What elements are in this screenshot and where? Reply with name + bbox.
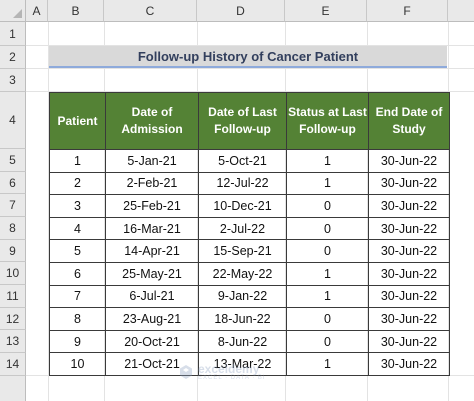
cell-status[interactable]: 0	[286, 216, 369, 241]
header-date-of-last-follow-up[interactable]: Date of Last Follow-up	[198, 92, 287, 150]
cell-status[interactable]: 1	[286, 352, 369, 376]
cell-date-of-admission[interactable]: 14-Apr-21	[105, 239, 199, 263]
table-row: 1 5-Jan-21 5-Oct-21 1 30-Jun-22	[49, 149, 450, 173]
cell-patient[interactable]: 9	[49, 329, 106, 354]
cell-patient[interactable]: 4	[49, 216, 106, 241]
header-patient[interactable]: Patient	[49, 92, 106, 150]
cell-date-of-admission[interactable]: 21-Oct-21	[105, 352, 199, 376]
cell-date-of-last-follow-up[interactable]: 18-Jun-22	[198, 307, 287, 331]
table-row: 4 16-Mar-21 2-Jul-22 0 30-Jun-22	[49, 216, 450, 241]
cell-end-date[interactable]: 30-Jun-22	[368, 307, 450, 331]
cell-status[interactable]: 0	[286, 194, 369, 218]
table-row: 8 23-Aug-21 18-Jun-22 0 30-Jun-22	[49, 307, 450, 331]
cell-patient[interactable]: 8	[49, 307, 106, 331]
cell-status[interactable]: 1	[286, 149, 369, 173]
row-header-7[interactable]: 7	[0, 194, 26, 217]
cell-status[interactable]: 1	[286, 284, 369, 309]
table-row: 10 21-Oct-21 13-Mar-22 1 30-Jun-22	[49, 352, 450, 376]
cell-end-date[interactable]: 30-Jun-22	[368, 284, 450, 309]
cell-patient[interactable]: 2	[49, 171, 106, 196]
cell-date-of-admission[interactable]: 20-Oct-21	[105, 329, 199, 354]
cell-patient[interactable]: 7	[49, 284, 106, 309]
cell-end-date[interactable]: 30-Jun-22	[368, 149, 450, 173]
cell-end-date[interactable]: 30-Jun-22	[368, 194, 450, 218]
column-header-d[interactable]: D	[197, 0, 285, 22]
sheet-title[interactable]: Follow-up History of Cancer Patient	[49, 46, 447, 68]
cell-date-of-admission[interactable]: 16-Mar-21	[105, 216, 199, 241]
row-header-1[interactable]: 1	[0, 22, 26, 46]
patient-table: Patient Date of Admission Date of Last F…	[49, 92, 450, 376]
row-header-3[interactable]: 3	[0, 69, 26, 92]
column-header-g[interactable]	[448, 0, 474, 22]
cell-patient[interactable]: 6	[49, 261, 106, 286]
cell-status[interactable]: 0	[286, 307, 369, 331]
header-status[interactable]: Status at Last Follow-up	[286, 92, 369, 150]
cell-patient[interactable]: 1	[49, 149, 106, 173]
cell-date-of-last-follow-up[interactable]: 5-Oct-21	[198, 149, 287, 173]
select-all-icon	[13, 9, 22, 18]
header-end-date-of-study[interactable]: End Date of Study	[368, 92, 450, 150]
cell-end-date[interactable]: 30-Jun-22	[368, 216, 450, 241]
table-row: 9 20-Oct-21 8-Jun-22 0 30-Jun-22	[49, 329, 450, 354]
cell-date-of-last-follow-up[interactable]: 12-Jul-22	[198, 171, 287, 196]
cell-status[interactable]: 0	[286, 239, 369, 263]
row-header-15[interactable]	[0, 376, 26, 401]
row-header-14[interactable]: 14	[0, 353, 26, 376]
row-header-11[interactable]: 11	[0, 285, 26, 308]
row-header-10[interactable]: 10	[0, 262, 26, 285]
column-header-e[interactable]: E	[285, 0, 367, 22]
cell-patient[interactable]: 10	[49, 352, 106, 376]
cell-date-of-last-follow-up[interactable]: 13-Mar-22	[198, 352, 287, 376]
cell-patient[interactable]: 5	[49, 239, 106, 263]
spreadsheet: A B C D E F 1 2 3 4 5 6 7 8 9 10 11 12 1…	[0, 0, 474, 401]
cell-date-of-admission[interactable]: 25-Feb-21	[105, 194, 199, 218]
cell-end-date[interactable]: 30-Jun-22	[368, 261, 450, 286]
cell-date-of-admission[interactable]: 6-Jul-21	[105, 284, 199, 309]
cell-date-of-last-follow-up[interactable]: 8-Jun-22	[198, 329, 287, 354]
cell-date-of-last-follow-up[interactable]: 2-Jul-22	[198, 216, 287, 241]
cell-status[interactable]: 0	[286, 329, 369, 354]
cell-date-of-admission[interactable]: 23-Aug-21	[105, 307, 199, 331]
row-header-2[interactable]: 2	[0, 46, 26, 69]
row-header-8[interactable]: 8	[0, 217, 26, 240]
gridline	[26, 68, 474, 69]
select-all-corner[interactable]	[0, 0, 26, 22]
table-row: 6 25-May-21 22-May-22 1 30-Jun-22	[49, 261, 450, 286]
column-header-b[interactable]: B	[48, 0, 104, 22]
row-header-13[interactable]: 13	[0, 330, 26, 353]
column-header-c[interactable]: C	[104, 0, 197, 22]
table-row: 5 14-Apr-21 15-Sep-21 0 30-Jun-22	[49, 239, 450, 263]
row-header-5[interactable]: 5	[0, 149, 26, 172]
cell-end-date[interactable]: 30-Jun-22	[368, 352, 450, 376]
cell-date-of-admission[interactable]: 2-Feb-21	[105, 171, 199, 196]
cell-date-of-admission[interactable]: 25-May-21	[105, 261, 199, 286]
cell-end-date[interactable]: 30-Jun-22	[368, 239, 450, 263]
cell-end-date[interactable]: 30-Jun-22	[368, 171, 450, 196]
cell-status[interactable]: 1	[286, 171, 369, 196]
table-row: 7 6-Jul-21 9-Jan-22 1 30-Jun-22	[49, 284, 450, 309]
header-date-of-admission[interactable]: Date of Admission	[105, 92, 199, 150]
cell-date-of-last-follow-up[interactable]: 10-Dec-21	[198, 194, 287, 218]
cell-date-of-last-follow-up[interactable]: 9-Jan-22	[198, 284, 287, 309]
row-header-9[interactable]: 9	[0, 240, 26, 262]
table-header-row: Patient Date of Admission Date of Last F…	[49, 92, 450, 150]
row-header-12[interactable]: 12	[0, 308, 26, 330]
column-header-a[interactable]: A	[26, 0, 48, 22]
cell-date-of-last-follow-up[interactable]: 22-May-22	[198, 261, 287, 286]
cell-end-date[interactable]: 30-Jun-22	[368, 329, 450, 354]
column-header-f[interactable]: F	[367, 0, 448, 22]
cell-date-of-admission[interactable]: 5-Jan-21	[105, 149, 199, 173]
row-header-6[interactable]: 6	[0, 172, 26, 194]
row-header-4[interactable]: 4	[0, 92, 26, 149]
table-row: 3 25-Feb-21 10-Dec-21 0 30-Jun-22	[49, 194, 450, 218]
cell-patient[interactable]: 3	[49, 194, 106, 218]
cell-date-of-last-follow-up[interactable]: 15-Sep-21	[198, 239, 287, 263]
cell-status[interactable]: 1	[286, 261, 369, 286]
table-row: 2 2-Feb-21 12-Jul-22 1 30-Jun-22	[49, 171, 450, 196]
